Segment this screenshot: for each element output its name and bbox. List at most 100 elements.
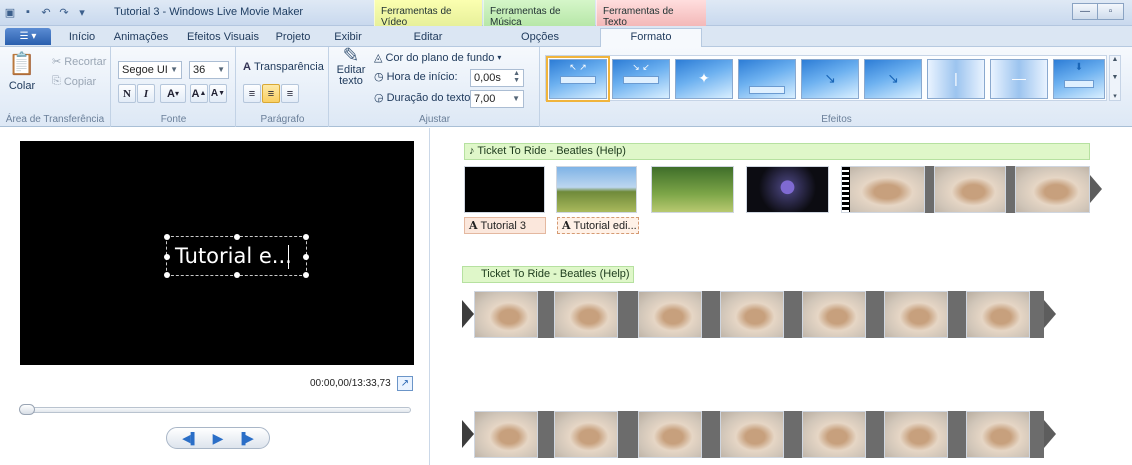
resize-handle[interactable] <box>234 234 240 240</box>
video-clip[interactable] <box>474 411 538 458</box>
grow-font-button[interactable]: A ▲ <box>190 84 208 103</box>
italic-button[interactable]: I <box>137 84 155 103</box>
start-time-spinner[interactable]: 0,00s ▲ ▼ <box>470 69 524 87</box>
video-clip[interactable] <box>934 166 1006 213</box>
effect-thumbnail[interactable]: ↘ <box>801 59 859 99</box>
save-icon[interactable]: ▪ <box>20 4 36 20</box>
effect-thumbnail[interactable] <box>738 59 796 99</box>
resize-handle[interactable] <box>303 272 309 278</box>
background-color-button[interactable]: ◬ Cor do plano de fundo ▾ <box>374 51 501 65</box>
caption-text[interactable]: Tutorial e... <box>175 244 292 268</box>
minimize-button[interactable]: — <box>1072 3 1098 20</box>
scroll-up-icon[interactable]: ▲ <box>1112 56 1119 63</box>
duration-combo[interactable]: 7,00 ▼ <box>470 90 524 108</box>
video-clip[interactable] <box>554 291 618 338</box>
video-clip[interactable] <box>554 411 618 458</box>
shrink-font-label: A <box>210 88 219 99</box>
video-clip[interactable] <box>720 411 784 458</box>
resize-handle[interactable] <box>234 272 240 278</box>
resize-handle[interactable] <box>303 234 309 240</box>
resize-handle[interactable] <box>303 254 309 260</box>
align-center-button[interactable]: ≡ <box>262 84 280 103</box>
group-paragraph: A Transparência ≡ ≡ ≡ Parágrafo <box>237 47 329 127</box>
ribbon-tab-row: ☰ ▾ Início Animações Efeitos Visuais Pro… <box>0 26 1132 48</box>
video-clip[interactable] <box>474 291 538 338</box>
font-color-button[interactable]: A ▾ <box>160 84 186 103</box>
font-size-combo[interactable]: 36 ▼ <box>189 61 229 79</box>
next-frame-icon[interactable]: ▐▶ <box>238 432 254 445</box>
effect-thumbnail[interactable]: ↘ ↙ <box>612 59 670 99</box>
video-clip[interactable] <box>464 166 545 213</box>
cut-button[interactable]: ✂ Recortar <box>52 55 106 69</box>
text-caption-item[interactable]: A Tutorial 3 <box>464 217 546 234</box>
effect-thumbnail[interactable]: ✦ <box>675 59 733 99</box>
video-clip[interactable] <box>884 411 948 458</box>
caption-text-box[interactable]: Tutorial e... <box>164 234 309 278</box>
video-clip[interactable] <box>638 411 702 458</box>
video-clip[interactable] <box>884 291 948 338</box>
resize-handle[interactable] <box>164 254 170 260</box>
align-left-button[interactable]: ≡ <box>243 84 261 103</box>
effect-thumbnail[interactable]: ↖ ↗ <box>546 56 610 102</box>
tab-opcoes[interactable]: Opções <box>515 29 565 47</box>
video-clip[interactable] <box>651 166 734 213</box>
fullscreen-button[interactable]: ↗ <box>397 376 413 391</box>
align-right-button[interactable]: ≡ <box>281 84 299 103</box>
music-track[interactable]: Ticket To Ride - Beatles (Help) <box>462 266 634 283</box>
play-icon[interactable]: ▶ <box>213 430 224 447</box>
clock-icon: ◷ <box>374 71 384 83</box>
effects-gallery-scroll[interactable]: ▲ ▼ ▾ <box>1109 55 1121 101</box>
video-clip[interactable] <box>638 291 702 338</box>
scroll-down-icon[interactable]: ▼ <box>1112 74 1119 81</box>
paste-label: Colar <box>8 80 36 92</box>
seek-thumb[interactable] <box>19 404 35 415</box>
redo-icon[interactable]: ↷ <box>56 4 72 20</box>
tab-animacoes[interactable]: Animações <box>110 29 172 47</box>
app-icon[interactable]: ▣ <box>2 4 18 20</box>
edit-text-label: Editar texto <box>336 64 366 87</box>
bold-button[interactable]: N <box>118 84 136 103</box>
video-preview[interactable]: Tutorial e... <box>20 141 414 365</box>
tab-projeto[interactable]: Projeto <box>268 29 318 47</box>
transparency-button[interactable]: A Transparência <box>243 61 324 73</box>
font-family-combo[interactable]: Segoe UI ▼ <box>118 61 182 79</box>
tab-formato[interactable]: Formato <box>600 28 702 48</box>
video-clip[interactable] <box>802 411 866 458</box>
clipboard-group-label: Área de Transferência <box>5 114 105 125</box>
copy-button[interactable]: ⎘ Copiar <box>52 75 96 88</box>
video-clip[interactable] <box>1015 166 1090 213</box>
undo-icon[interactable]: ↶ <box>38 4 54 20</box>
music-track[interactable]: ♪ Ticket To Ride - Beatles (Help) <box>464 143 1090 160</box>
effect-thumbnail[interactable]: ⬇ <box>1053 59 1105 99</box>
video-clip[interactable] <box>556 166 637 213</box>
clip-separator <box>866 291 884 338</box>
context-tab-video-tools: Ferramentas de Vídeo <box>374 0 482 28</box>
context-tab-text-tools: Ferramentas de Texto <box>596 0 706 28</box>
video-clip[interactable] <box>802 291 866 338</box>
effect-thumbnail[interactable]: ↘ <box>864 59 922 99</box>
effect-thumbnail[interactable]: | <box>927 59 985 99</box>
video-clip[interactable] <box>746 166 829 213</box>
video-clip[interactable] <box>841 166 925 213</box>
seek-slider[interactable] <box>19 404 411 415</box>
paste-button[interactable]: 📋 Colar <box>6 51 38 92</box>
clip-separator <box>925 166 934 213</box>
video-clip[interactable] <box>966 411 1030 458</box>
gallery-more-icon[interactable]: ▾ <box>1113 92 1117 100</box>
app-menu-button[interactable]: ☰ ▾ <box>5 28 51 45</box>
customize-qat-icon[interactable]: ▾ <box>74 4 90 20</box>
resize-handle[interactable] <box>164 272 170 278</box>
previous-frame-icon[interactable]: ◀▌ <box>182 432 198 445</box>
text-caption-item[interactable]: A Tutorial edi... <box>557 217 639 234</box>
shrink-font-button[interactable]: A ▼ <box>209 84 227 103</box>
video-clip[interactable] <box>720 291 784 338</box>
tab-editar[interactable]: Editar <box>398 29 458 47</box>
video-clip[interactable] <box>966 291 1030 338</box>
edit-text-button[interactable]: ✎ Editar texto <box>334 46 368 87</box>
effect-thumbnail[interactable]: — <box>990 59 1048 99</box>
tab-efeitos-visuais[interactable]: Efeitos Visuais <box>182 29 264 47</box>
tab-inicio[interactable]: Início <box>58 29 106 47</box>
maximize-button[interactable]: ▫ <box>1098 3 1124 20</box>
resize-handle[interactable] <box>164 234 170 240</box>
text-caption-label: Tutorial edi... <box>573 220 637 232</box>
